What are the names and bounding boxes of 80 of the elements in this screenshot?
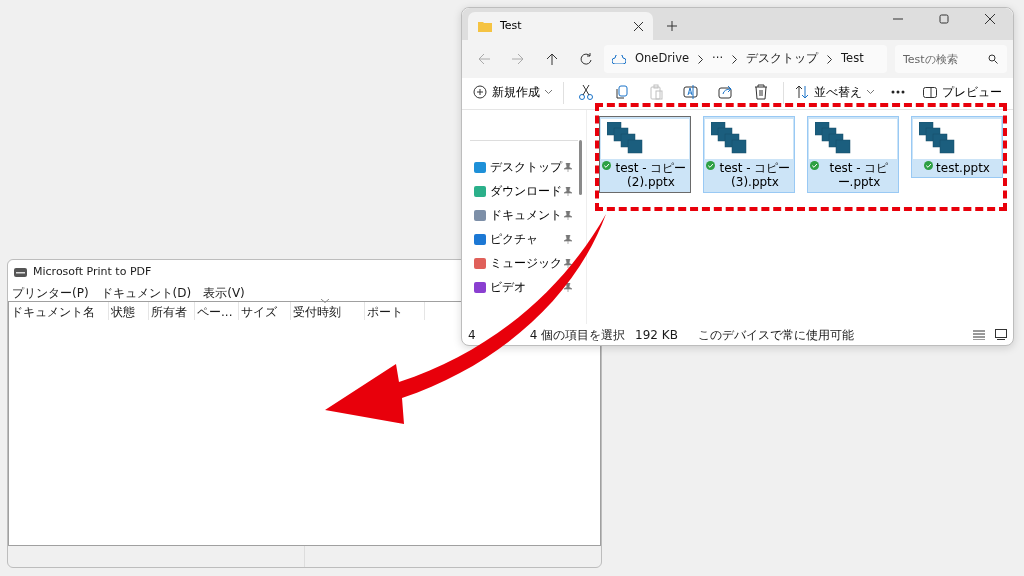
slides-thumbnail-drawing [711, 122, 747, 154]
clipboard-icon [648, 84, 665, 100]
new-button[interactable]: 新規作成 [468, 82, 557, 102]
menu-item[interactable]: 表示(V) [203, 283, 245, 302]
pin-icon[interactable] [564, 282, 572, 292]
column-header[interactable]: ペー... [195, 302, 239, 320]
search-icon [988, 54, 998, 64]
column-header[interactable]: ドキュメント名 [9, 302, 109, 320]
pin-icon[interactable] [564, 162, 572, 172]
cloud-icon [612, 54, 626, 64]
breadcrumb[interactable]: ··· [712, 50, 724, 68]
caret-icon [867, 90, 875, 94]
rename-icon [682, 84, 699, 100]
menu-item[interactable]: ドキュメント(D) [100, 283, 192, 302]
chevron-icon [698, 54, 704, 64]
breadcrumb[interactable]: Test [841, 50, 864, 68]
caret-icon [545, 90, 552, 94]
preview-button[interactable]: プレビュー [917, 82, 1007, 102]
folder-icon [478, 20, 492, 32]
slides-thumbnail-drawing [919, 122, 955, 154]
plus-circle-icon [473, 85, 487, 99]
column-header[interactable]: 状態 [109, 302, 149, 320]
up-arrow-icon [546, 53, 558, 65]
refresh-icon [580, 53, 592, 65]
scissors-icon [578, 84, 595, 100]
chevron-icon [732, 54, 738, 64]
column-header[interactable]: 受付時刻 [291, 302, 365, 320]
pin-icon[interactable] [564, 186, 572, 196]
search-field[interactable]: Testの検索 [895, 45, 1007, 73]
column-header[interactable]: ポート [365, 302, 425, 320]
file-tile[interactable]: test.pptx [911, 116, 1003, 179]
sidebar-item[interactable]: デスクトップ [462, 155, 564, 179]
details-view-icon[interactable] [973, 329, 985, 340]
scrollbar-thumb[interactable] [579, 140, 582, 195]
slides-thumbnail-drawing [607, 122, 643, 154]
status-text: 4 個の項目を選択 [529, 326, 626, 344]
copy-icon [613, 84, 630, 100]
sidebar-item[interactable]: ダウンロード [462, 179, 564, 203]
sidebar-item[interactable]: ピクチャ [462, 227, 540, 251]
sync-check-icon [602, 161, 611, 170]
status-text: このデバイスで常に使用可能 [697, 326, 854, 344]
file-tile[interactable]: test - コピー.pptx [807, 116, 899, 193]
column-header[interactable]: 所有者 [149, 302, 195, 320]
tab[interactable]: Test [468, 12, 653, 40]
tiles-view-icon[interactable] [995, 329, 1007, 340]
left-arrow-icon [478, 53, 490, 65]
right-arrow-icon [512, 53, 524, 65]
new-tab-icon[interactable] [667, 21, 677, 31]
status-text: 4 [468, 326, 476, 344]
sync-check-icon [810, 161, 819, 170]
sidebar-item[interactable]: ドキュメント [462, 203, 564, 227]
close-icon[interactable] [634, 21, 643, 31]
column-header[interactable]: サイズ [239, 302, 291, 320]
file-tile[interactable]: test - コピー (3).pptx [703, 116, 795, 193]
sort-chevron-icon [321, 299, 329, 303]
sidebar-item[interactable]: ビデオ [462, 275, 528, 299]
maximize-icon[interactable] [939, 14, 949, 24]
file-tile[interactable]: test - コピー (2).pptx [599, 116, 691, 193]
sync-check-icon [706, 161, 715, 170]
sort-arrows-icon [795, 85, 810, 99]
preview-pane-icon [922, 86, 937, 98]
slides-thumbnail-drawing [815, 122, 851, 154]
status-text: 192 KB [635, 326, 678, 344]
share-icon [717, 84, 734, 100]
pin-icon[interactable] [564, 234, 572, 244]
chevron-icon [827, 54, 833, 64]
pin-icon[interactable] [564, 258, 572, 268]
more-dots-icon [890, 90, 905, 94]
close-icon[interactable] [985, 14, 995, 24]
breadcrumb[interactable]: デスクトップ [746, 50, 819, 68]
window-title: Microsoft Print to PDF [33, 263, 152, 280]
address-bar[interactable]: OneDrive ··· デスクトップ Test [604, 45, 887, 73]
printer-icon [14, 267, 27, 277]
pin-icon[interactable] [564, 210, 572, 220]
trash-icon [752, 84, 769, 100]
menu-item[interactable]: プリンター(P) [12, 283, 89, 302]
sync-check-icon [924, 161, 934, 170]
breadcrumb[interactable]: OneDrive [635, 50, 690, 68]
sort-button[interactable]: 並べ替え [790, 82, 880, 102]
sidebar-item[interactable]: ミュージック [462, 251, 564, 275]
